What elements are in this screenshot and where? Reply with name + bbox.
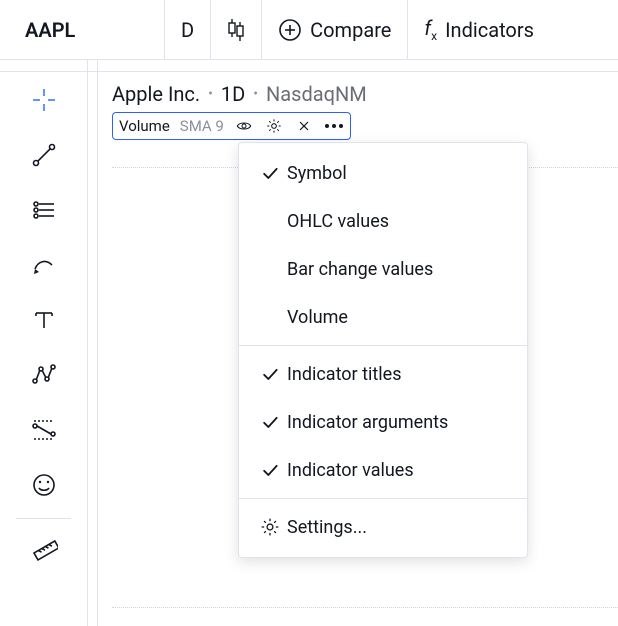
menu-item[interactable]: Indicator arguments	[239, 398, 527, 446]
tool-brush[interactable]	[0, 237, 88, 292]
menu-item-label: Indicator arguments	[287, 412, 448, 433]
menu-item-label: OHLC values	[287, 211, 389, 232]
indicator-args: SMA 9	[180, 117, 224, 135]
menu-item[interactable]: Bar change values	[239, 245, 527, 293]
more-icon	[325, 124, 343, 128]
tool-trendline[interactable]	[0, 127, 88, 182]
compare-button[interactable]: Compare	[262, 0, 408, 59]
legend-options-popup: Symbol OHLC values Bar change values Volume…	[238, 142, 528, 558]
tool-forecast[interactable]	[0, 402, 88, 457]
pattern-icon	[30, 361, 58, 389]
interval-selector[interactable]: D	[165, 0, 211, 59]
eye-icon	[236, 118, 252, 134]
crosshair-icon	[30, 86, 58, 114]
indicator-settings-button[interactable]	[264, 116, 284, 136]
menu-item[interactable]: Indicator titles	[239, 350, 527, 398]
ruler-icon	[30, 539, 58, 567]
gear-icon	[266, 118, 282, 134]
tool-emoji[interactable]	[0, 457, 88, 512]
indicators-button[interactable]: fx Indicators	[408, 0, 550, 59]
menu-item[interactable]: OHLC values	[239, 197, 527, 245]
indicator-remove-button[interactable]	[294, 116, 314, 136]
compare-label: Compare	[310, 18, 391, 42]
lines-icon	[30, 196, 58, 224]
indicator-title: Volume	[119, 117, 170, 135]
indicator-more-button[interactable]	[324, 116, 344, 136]
chart-header: Apple Inc. • 1D • NasdaqNM	[112, 82, 604, 106]
chart-style-button[interactable]	[211, 0, 262, 59]
settings-label: Settings...	[287, 517, 367, 538]
close-icon	[296, 118, 312, 134]
tool-crosshair[interactable]	[0, 72, 88, 127]
trendline-icon	[30, 141, 58, 169]
menu-item[interactable]: Symbol	[239, 149, 527, 197]
exchange-label: NasdaqNM	[266, 82, 367, 106]
menu-item-label: Bar change values	[287, 259, 433, 280]
menu-item-settings[interactable]: Settings...	[239, 503, 527, 551]
indicators-label: Indicators	[445, 18, 534, 42]
tool-text[interactable]	[0, 292, 88, 347]
indicator-chip[interactable]: Volume SMA 9	[112, 112, 351, 140]
visibility-toggle[interactable]	[234, 116, 254, 136]
tool-pattern[interactable]	[0, 347, 88, 402]
text-icon	[30, 306, 58, 334]
candlestick-icon	[227, 19, 245, 41]
gear-icon	[260, 517, 280, 537]
fx-icon: fx	[424, 16, 437, 43]
menu-item[interactable]: Volume	[239, 293, 527, 341]
timeframe-label: 1D	[221, 82, 245, 106]
forecast-icon	[30, 416, 58, 444]
emoji-icon	[30, 471, 58, 499]
menu-item[interactable]: Indicator values	[239, 446, 527, 494]
check-icon	[253, 364, 287, 384]
plus-circle-icon	[278, 18, 302, 42]
check-icon	[253, 412, 287, 432]
menu-item-label: Volume	[287, 307, 348, 328]
symbol-ticker[interactable]: AAPL	[0, 0, 165, 59]
brush-icon	[30, 251, 58, 279]
check-icon	[253, 460, 287, 480]
tool-fib[interactable]	[0, 182, 88, 237]
company-name: Apple Inc.	[112, 82, 200, 106]
menu-item-label: Indicator titles	[287, 364, 402, 385]
menu-item-label: Indicator values	[287, 460, 414, 481]
check-icon	[253, 163, 287, 183]
menu-item-label: Symbol	[287, 163, 347, 184]
tool-ruler[interactable]	[0, 525, 88, 580]
